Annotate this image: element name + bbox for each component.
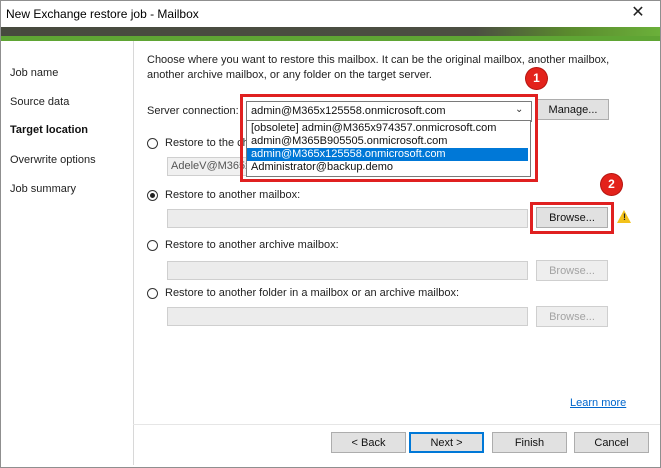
browse-archive-button: Browse... xyxy=(536,260,608,281)
learn-more-link[interactable]: Learn more xyxy=(570,397,626,409)
folder-field xyxy=(167,307,528,326)
radio-restore-original[interactable] xyxy=(147,138,158,149)
original-mailbox-value: AdeleV@M365x xyxy=(171,160,251,172)
annotation-badge-1: 1 xyxy=(526,68,547,89)
finish-button[interactable]: Finish xyxy=(492,432,567,453)
radio-restore-folder[interactable] xyxy=(147,288,158,299)
footer-divider xyxy=(133,424,660,425)
radio-restore-another-mailbox[interactable] xyxy=(147,190,158,201)
sidebar-item-source-data[interactable]: Source data xyxy=(10,96,69,108)
sidebar-item-job-name[interactable]: Job name xyxy=(10,67,58,79)
close-icon[interactable]: ✕ xyxy=(624,2,652,24)
annotation-badge-2: 2 xyxy=(601,174,622,195)
header-banner xyxy=(1,27,660,36)
original-mailbox-field: AdeleV@M365x xyxy=(167,157,251,176)
sidebar-item-overwrite-options[interactable]: Overwrite options xyxy=(10,154,96,166)
archive-mailbox-field xyxy=(167,261,528,280)
radio-restore-archive-mailbox[interactable] xyxy=(147,240,158,251)
sidebar-item-target-location[interactable]: Target location xyxy=(10,124,88,136)
cancel-button[interactable]: Cancel xyxy=(574,432,649,453)
warning-icon-mark: ! xyxy=(623,212,626,222)
manage-button[interactable]: Manage... xyxy=(537,99,609,120)
next-button[interactable]: Next > xyxy=(409,432,484,453)
back-button[interactable]: < Back xyxy=(331,432,406,453)
restore-archive-mailbox-label: Restore to another archive mailbox: xyxy=(165,239,339,251)
highlight-box-1 xyxy=(240,94,538,182)
browse-folder-button: Browse... xyxy=(536,306,608,327)
page-description: Choose where you want to restore this ma… xyxy=(147,54,610,81)
window-title: New Exchange restore job - Mailbox xyxy=(6,7,199,21)
restore-another-mailbox-label: Restore to another mailbox: xyxy=(165,189,301,201)
server-connection-label: Server connection: xyxy=(147,105,239,117)
restore-folder-label: Restore to another folder in a mailbox o… xyxy=(165,287,460,299)
sidebar-item-job-summary[interactable]: Job summary xyxy=(10,183,76,195)
highlight-box-2 xyxy=(530,202,614,234)
restore-original-label: Restore to the ch xyxy=(165,137,249,149)
another-mailbox-field[interactable] xyxy=(167,209,528,228)
